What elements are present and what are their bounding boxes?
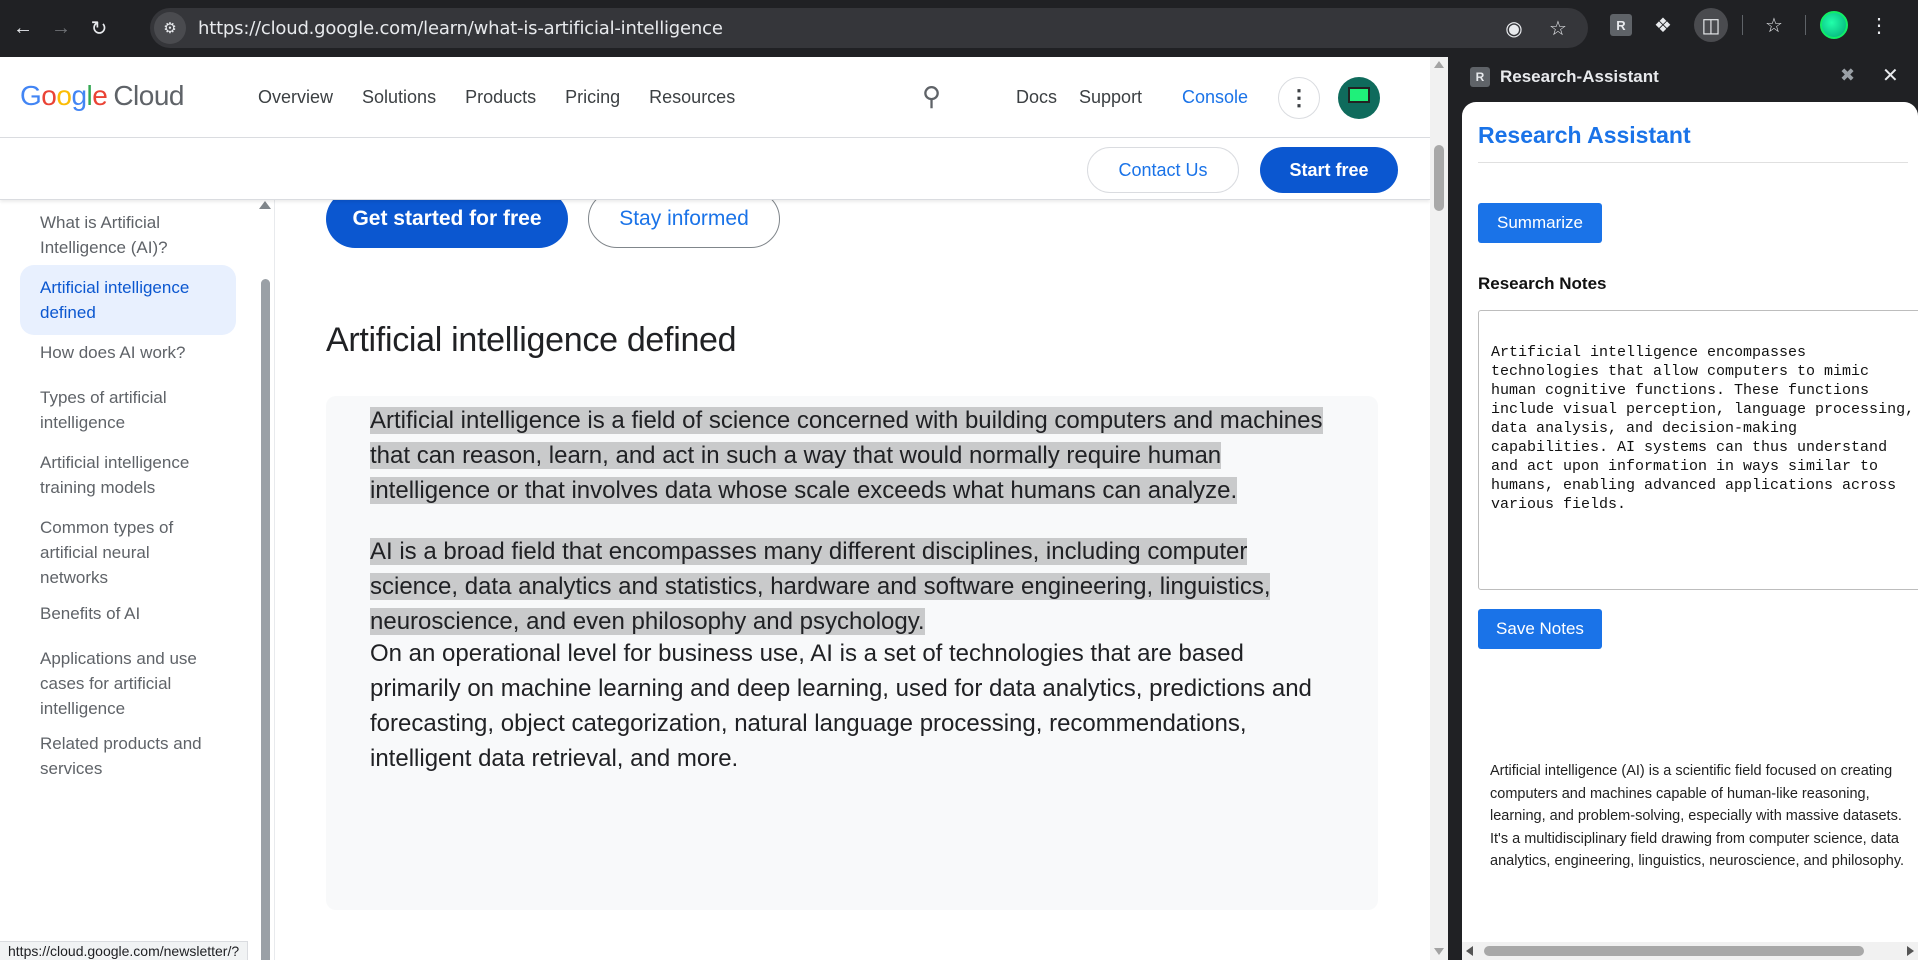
highlighted-text: Artificial intelligence is a field of sc… xyxy=(370,407,1323,504)
site-header: Google Cloud Overview Solutions Products … xyxy=(0,57,1430,138)
more-options-icon[interactable]: ⋮ xyxy=(1278,77,1320,119)
close-icon[interactable]: ✕ xyxy=(1882,63,1899,88)
toc-scrollbar[interactable] xyxy=(261,279,270,960)
section-heading: Artificial intelligence defined xyxy=(326,321,737,359)
docs-link[interactable]: Docs xyxy=(1016,87,1057,108)
status-bar-url: https://cloud.google.com/newsletter/? xyxy=(0,941,249,960)
summary-text: Artificial intelligence (AI) is a scient… xyxy=(1490,763,1905,869)
toc-item[interactable]: Types of artificial intelligence xyxy=(20,375,236,445)
research-assistant-title: Research Assistant xyxy=(1478,122,1691,148)
toc-item[interactable]: What is Artificial Intelligence (AI)? xyxy=(20,200,236,270)
horizontal-scroll-thumb[interactable] xyxy=(1484,946,1864,956)
extension-r-icon: R xyxy=(1470,67,1490,87)
action-bar: Contact Us Start free xyxy=(0,138,1430,200)
forward-icon[interactable]: → xyxy=(46,14,76,44)
side-panel-title[interactable]: Research-Assistant xyxy=(1500,67,1659,87)
page-scrollbar[interactable] xyxy=(1430,57,1448,960)
support-link[interactable]: Support xyxy=(1079,87,1142,108)
site-info-icon[interactable]: ⚙ xyxy=(154,12,186,44)
highlighted-text: AI is a broad field that encompasses man… xyxy=(370,538,1271,635)
unpin-icon[interactable]: ✖ xyxy=(1840,65,1855,86)
eye-off-icon[interactable]: ◉ xyxy=(1500,14,1528,42)
page-scroll-thumb[interactable] xyxy=(1434,145,1444,211)
main-nav: Overview Solutions Products Pricing Reso… xyxy=(258,87,735,108)
toc-item[interactable]: Common types of artificial neural networ… xyxy=(20,505,236,600)
side-panel-icon[interactable]: ◫ xyxy=(1694,8,1728,42)
url-text[interactable]: https://cloud.google.com/learn/what-is-a… xyxy=(198,18,723,39)
toc-divider xyxy=(274,200,275,960)
research-assistant-body: Research Assistant Summarize Research No… xyxy=(1462,102,1918,942)
nav-products[interactable]: Products xyxy=(465,87,536,108)
web-page: Google Cloud Overview Solutions Products … xyxy=(0,57,1430,960)
toc-item[interactable]: Applications and use cases for artificia… xyxy=(20,636,236,731)
toc-item[interactable]: Related products and services xyxy=(20,721,236,791)
toc-scroll-up-icon[interactable] xyxy=(259,201,271,209)
toolbar-divider xyxy=(1805,15,1806,35)
toc-item[interactable]: Artificial intelligence training models xyxy=(20,440,236,510)
console-link[interactable]: Console xyxy=(1182,87,1248,108)
logo-letter: o xyxy=(41,80,57,111)
scroll-up-icon[interactable] xyxy=(1434,61,1444,68)
paragraph-1: Artificial intelligence is a field of sc… xyxy=(370,403,1332,508)
scroll-right-icon[interactable] xyxy=(1907,946,1914,956)
extension-r-icon[interactable]: R xyxy=(1610,14,1632,36)
toc-item-active[interactable]: Artificial intelligence defined xyxy=(20,265,236,335)
nav-resources[interactable]: Resources xyxy=(649,87,735,108)
avatar[interactable] xyxy=(1338,77,1380,119)
scroll-down-icon[interactable] xyxy=(1434,948,1444,955)
header-links: Docs Support xyxy=(1016,87,1142,108)
summarize-button[interactable]: Summarize xyxy=(1478,203,1602,243)
puzzle-icon[interactable]: ❖ xyxy=(1646,8,1680,42)
reload-icon[interactable]: ↻ xyxy=(84,14,114,44)
bookmark-star-icon[interactable]: ☆ xyxy=(1544,14,1572,42)
nav-pricing[interactable]: Pricing xyxy=(565,87,620,108)
contact-us-button[interactable]: Contact Us xyxy=(1087,147,1239,193)
google-cloud-logo[interactable]: Google Cloud xyxy=(20,80,184,112)
save-notes-button[interactable]: Save Notes xyxy=(1478,609,1602,649)
browser-toolbar: ← → ↻ ⚙ https://cloud.google.com/learn/w… xyxy=(0,0,1918,57)
paragraph-2: AI is a broad field that encompasses man… xyxy=(370,534,1332,639)
toc-item[interactable]: Benefits of AI xyxy=(20,591,236,636)
nav-solutions[interactable]: Solutions xyxy=(362,87,436,108)
start-free-button[interactable]: Start free xyxy=(1260,147,1398,193)
menu-icon[interactable]: ⋮ xyxy=(1862,8,1896,42)
logo-cloud-text: Cloud xyxy=(113,80,184,111)
search-icon[interactable]: ⚲ xyxy=(922,81,941,112)
logo-letter: g xyxy=(71,80,87,111)
address-bar[interactable]: ⚙ https://cloud.google.com/learn/what-is… xyxy=(150,8,1588,48)
side-horizontal-scrollbar[interactable] xyxy=(1462,942,1918,960)
toc-item[interactable]: How does AI work? xyxy=(20,330,236,375)
notes-textarea[interactable]: Artificial intelligence encompasses tech… xyxy=(1478,310,1918,590)
scroll-left-icon[interactable] xyxy=(1466,946,1473,956)
side-panel: R Research-Assistant ✖ ✕ Research Assist… xyxy=(1448,57,1918,960)
logo-letter: o xyxy=(56,80,72,111)
logo-letter: e xyxy=(92,80,108,111)
paragraph-3: On an operational level for business use… xyxy=(370,640,1312,772)
toolbar-divider xyxy=(1742,15,1743,35)
profile-icon[interactable] xyxy=(1820,11,1848,39)
bookmarks-icon[interactable]: ☆ xyxy=(1757,8,1791,42)
nav-overview[interactable]: Overview xyxy=(258,87,333,108)
notes-label: Research Notes xyxy=(1478,274,1607,293)
table-of-contents: What is Artificial Intelligence (AI)? Ar… xyxy=(0,200,272,960)
logo-letter: G xyxy=(20,80,42,111)
side-panel-header: R Research-Assistant ✖ ✕ xyxy=(1448,57,1918,97)
back-icon[interactable]: ← xyxy=(8,14,38,44)
title-divider xyxy=(1478,162,1908,163)
